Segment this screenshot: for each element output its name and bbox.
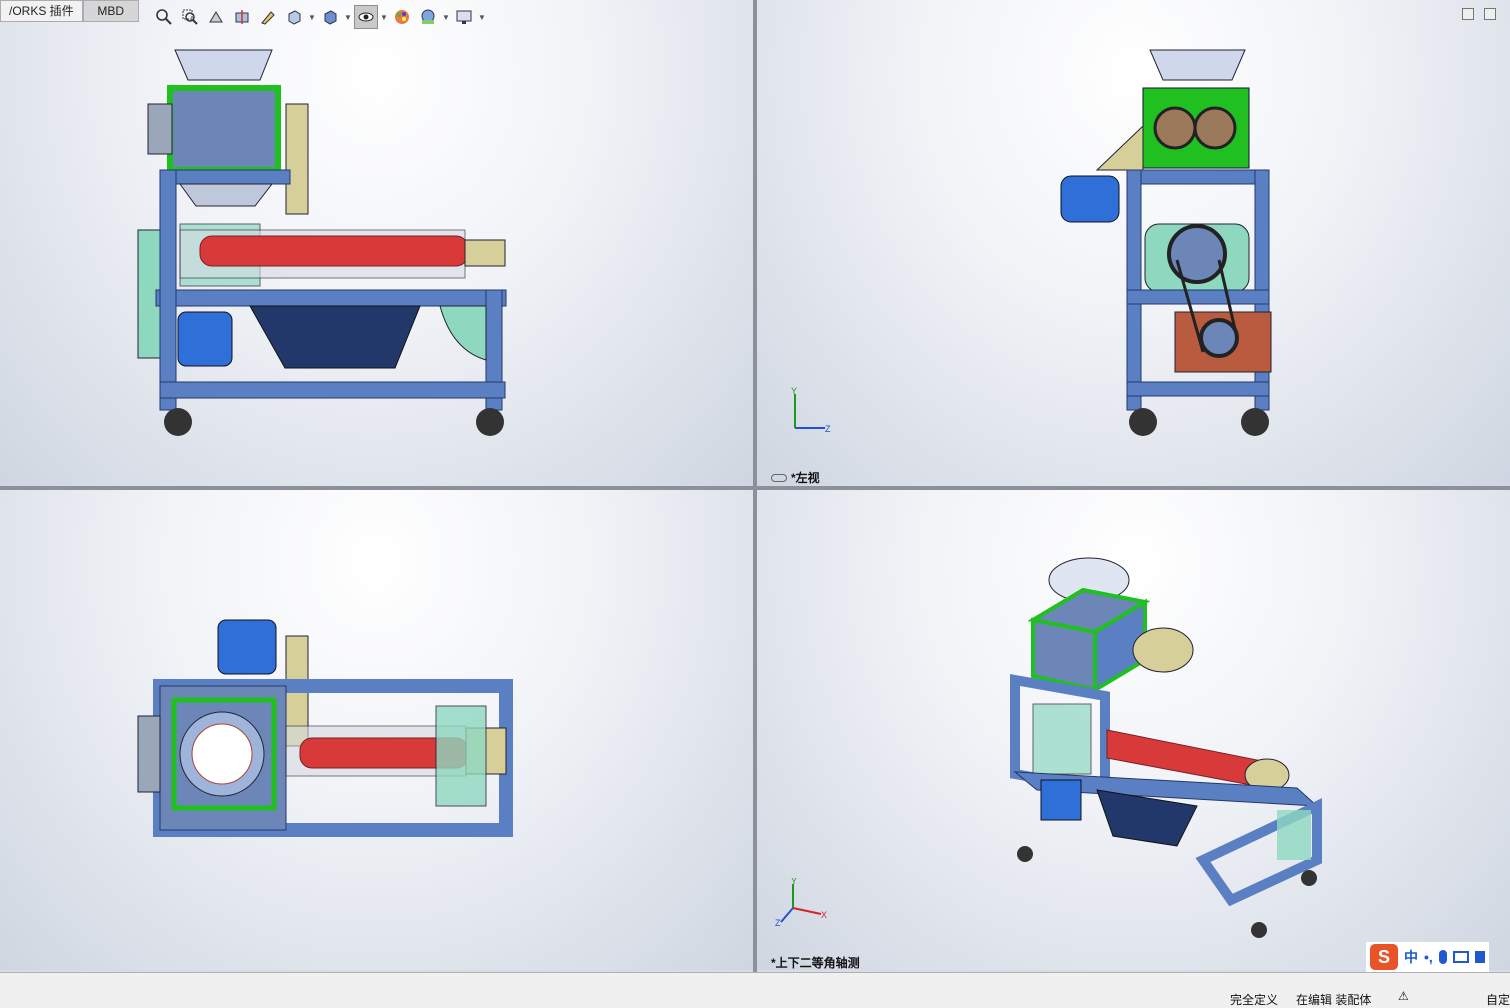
axis-y-label: Y (791, 386, 797, 396)
hide-show-items-icon[interactable] (354, 5, 378, 29)
zoom-area-icon[interactable] (178, 5, 202, 29)
status-custom[interactable]: 自定 (1486, 991, 1510, 1008)
previous-view-icon[interactable] (204, 5, 228, 29)
front-view-model (137, 49, 507, 436)
left-view-model (1060, 49, 1272, 436)
ime-toolbar: S 中 •, (1366, 942, 1489, 972)
view-settings-dropdown-icon[interactable]: ▼ (478, 13, 486, 22)
isometric-view-model (1010, 557, 1322, 938)
solidworks-window: /ORKS 插件 MBD ▼ ▼ ▼ ▼ ▼ Y Z *左视 Y X Z *上下… (0, 0, 1510, 1008)
top-view-model (137, 619, 513, 837)
axis-triad-iso: Y X Z (775, 878, 827, 928)
viewport-iso-label: *上下二等角轴测 (771, 954, 860, 970)
shirt-skin-icon[interactable] (1474, 951, 1485, 963)
axis-z-label: Z (825, 424, 831, 434)
view-orientation-icon[interactable] (282, 5, 306, 29)
view-name-left: *左视 (791, 471, 820, 485)
status-editing: 在编辑 装配体 (1296, 993, 1372, 1007)
sogou-logo-icon[interactable]: S (1370, 944, 1398, 970)
dynamic-annotation-icon[interactable] (256, 5, 280, 29)
viewport-top[interactable] (0, 490, 753, 970)
restore-viewport-icon[interactable] (1462, 8, 1474, 20)
display-style-icon[interactable] (318, 5, 342, 29)
iso-axis-x-label: X (821, 910, 827, 920)
microphone-icon[interactable] (1438, 950, 1447, 964)
view-settings-icon[interactable] (452, 5, 476, 29)
zoom-to-fit-icon[interactable] (152, 5, 176, 29)
status-defined: 完全定义 (1230, 993, 1279, 1007)
rebuild-icon[interactable]: ⚠ (1398, 989, 1409, 1003)
tab-solidworks-addins[interactable]: /ORKS 插件 (0, 0, 83, 22)
heads-up-view-toolbar: ▼ ▼ ▼ ▼ ▼ (152, 4, 486, 30)
scene-dropdown-icon[interactable]: ▼ (442, 13, 450, 22)
ime-language-toggle[interactable]: 中 (1404, 947, 1418, 967)
maximize-viewport-icon[interactable] (1484, 8, 1496, 20)
command-tabs: /ORKS 插件 MBD (0, 0, 139, 22)
viewport-front[interactable] (0, 0, 753, 486)
ime-punctuation-toggle[interactable]: •, (1424, 949, 1433, 965)
section-view-icon[interactable] (230, 5, 254, 29)
display-style-dropdown-icon[interactable]: ▼ (344, 13, 352, 22)
viewport-corner-controls (1462, 8, 1496, 20)
viewport-isometric[interactable]: Y X Z *上下二等角轴测 (757, 490, 1510, 970)
iso-axis-z-label: Z (775, 918, 781, 928)
axis-triad-left: Y Z (791, 386, 831, 434)
viewport-left[interactable]: Y Z *左视 (757, 0, 1510, 486)
keyboard-icon[interactable] (1452, 951, 1469, 963)
viewport-splitter-horizontal[interactable] (0, 486, 1510, 490)
view-orientation-dropdown-icon[interactable]: ▼ (308, 13, 316, 22)
status-bar: 完全定义 在编辑 装配体 ⚠ 自定 (0, 972, 1510, 1008)
tab-mbd[interactable]: MBD (82, 0, 139, 22)
link-views-icon[interactable] (771, 473, 787, 482)
viewport-left-label: *左视 (771, 469, 820, 486)
edit-appearance-icon[interactable] (390, 5, 414, 29)
view-name-iso: *上下二等角轴测 (771, 956, 860, 970)
iso-axis-y-label: Y (791, 878, 797, 886)
hide-show-dropdown-icon[interactable]: ▼ (380, 13, 388, 22)
apply-scene-icon[interactable] (416, 5, 440, 29)
